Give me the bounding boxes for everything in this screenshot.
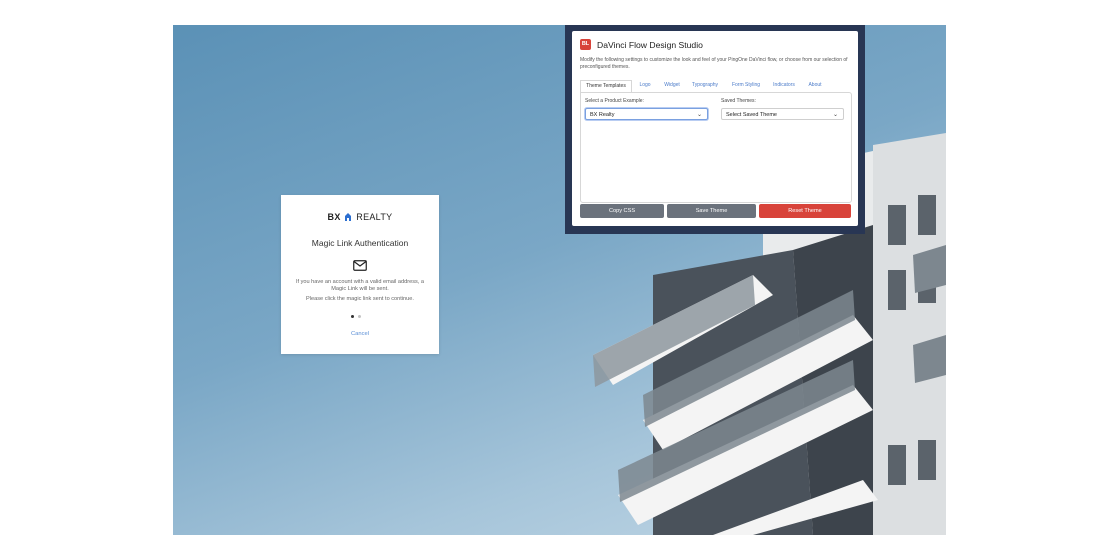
card-title: Magic Link Authentication (311, 238, 409, 248)
tab-about[interactable]: About (804, 80, 826, 91)
tab-logo[interactable]: Logo (635, 80, 655, 91)
loading-indicator (281, 315, 439, 319)
saved-themes-value: Select Saved Theme (726, 112, 777, 118)
chevron-down-icon: ⌄ (832, 112, 838, 118)
studio-title: DaVinci Flow Design Studio (597, 40, 703, 50)
logo-bx-text: BX (327, 212, 341, 222)
tab-widget[interactable]: Widget (659, 80, 685, 91)
tab-typography[interactable]: Typography (688, 80, 722, 91)
chevron-down-icon: ⌄ (696, 112, 702, 118)
copy-css-button[interactable]: Copy CSS (580, 204, 664, 218)
product-example-label: Select a Product Example: (585, 98, 644, 104)
design-studio-panel: BL DaVinci Flow Design Studio Modify the… (565, 25, 865, 234)
tab-indicators[interactable]: Indicators (768, 80, 800, 91)
cancel-link[interactable]: Cancel (281, 331, 439, 337)
magic-link-instruction: Please click the magic link sent to cont… (306, 296, 414, 302)
login-card: BX REALTY Magic Link Authentication If y… (281, 195, 439, 354)
reset-theme-button[interactable]: Reset Theme (759, 204, 851, 218)
house-icon (345, 212, 352, 223)
bx-realty-logo: BX REALTY (281, 212, 439, 223)
theme-templates-panel: Select a Product Example: BX Realty ⌄ Sa… (580, 92, 852, 203)
loading-dot (351, 315, 354, 318)
saved-themes-label: Saved Themes: (721, 98, 756, 104)
loading-dot (358, 315, 361, 318)
envelope-icon (353, 258, 367, 276)
studio-description: Modify the following settings to customi… (580, 57, 848, 70)
loading-dot (365, 315, 368, 318)
product-example-select[interactable]: BX Realty ⌄ (585, 108, 708, 120)
saved-themes-select[interactable]: Select Saved Theme ⌄ (721, 108, 844, 120)
magic-link-message: If you have an account with a valid emai… (295, 279, 425, 292)
design-studio-content: BL DaVinci Flow Design Studio Modify the… (572, 31, 858, 226)
studio-tabs: Theme Templates Logo Widget Typography F… (580, 80, 850, 93)
save-theme-button[interactable]: Save Theme (667, 204, 756, 218)
product-example-value: BX Realty (590, 112, 615, 118)
tab-form-styling[interactable]: Form Styling (727, 80, 765, 91)
logo-realty-text: REALTY (356, 212, 393, 222)
studio-logo-icon: BL (580, 39, 591, 50)
